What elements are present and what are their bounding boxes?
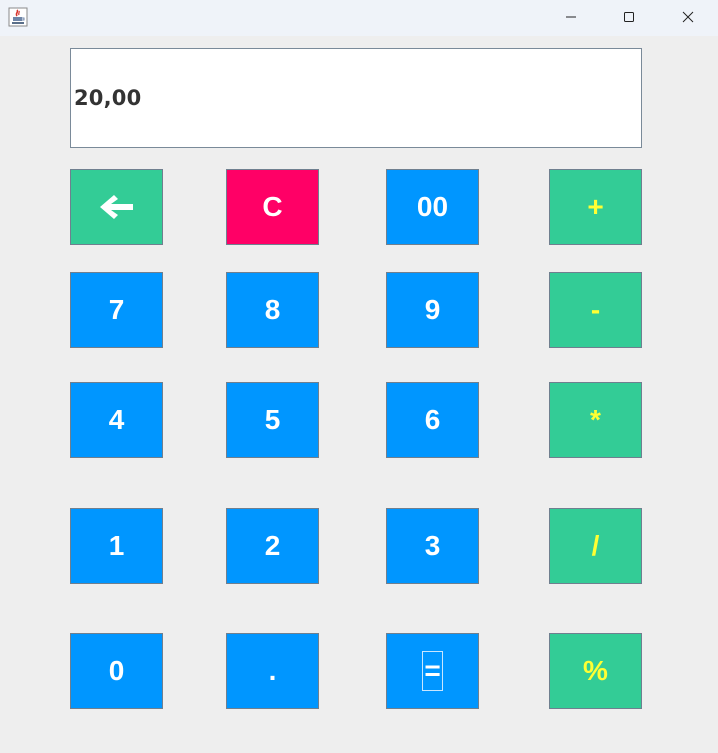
digit-3-button[interactable]: 3 — [386, 508, 479, 584]
display-value: 20,00 — [74, 86, 142, 110]
minus-button[interactable]: - — [549, 272, 642, 348]
digit-8-button[interactable]: 8 — [226, 272, 319, 348]
equals-label: = — [422, 651, 443, 691]
close-button[interactable] — [659, 0, 717, 34]
close-icon — [682, 11, 694, 23]
java-cup-icon[interactable] — [8, 7, 28, 27]
multiply-button[interactable]: * — [549, 382, 642, 458]
minimize-icon — [566, 16, 576, 18]
equals-button[interactable]: = — [386, 633, 479, 709]
backspace-arrow-icon — [99, 195, 133, 219]
double-zero-button[interactable]: 00 — [386, 169, 479, 245]
decimal-point-button[interactable]: . — [226, 633, 319, 709]
digit-1-button[interactable]: 1 — [70, 508, 163, 584]
divide-button[interactable]: / — [549, 508, 642, 584]
maximize-icon — [624, 12, 634, 22]
clear-button[interactable]: C — [226, 169, 319, 245]
digit-2-button[interactable]: 2 — [226, 508, 319, 584]
digit-4-button[interactable]: 4 — [70, 382, 163, 458]
maximize-button[interactable] — [600, 0, 658, 34]
minimize-button[interactable] — [542, 0, 600, 34]
title-bar — [0, 0, 718, 36]
plus-button[interactable]: + — [549, 169, 642, 245]
percent-button[interactable]: % — [549, 633, 642, 709]
calculator-display[interactable]: 20,00 — [70, 48, 642, 148]
digit-0-button[interactable]: 0 — [70, 633, 163, 709]
digit-9-button[interactable]: 9 — [386, 272, 479, 348]
backspace-button[interactable] — [70, 169, 163, 245]
digit-5-button[interactable]: 5 — [226, 382, 319, 458]
digit-7-button[interactable]: 7 — [70, 272, 163, 348]
digit-6-button[interactable]: 6 — [386, 382, 479, 458]
